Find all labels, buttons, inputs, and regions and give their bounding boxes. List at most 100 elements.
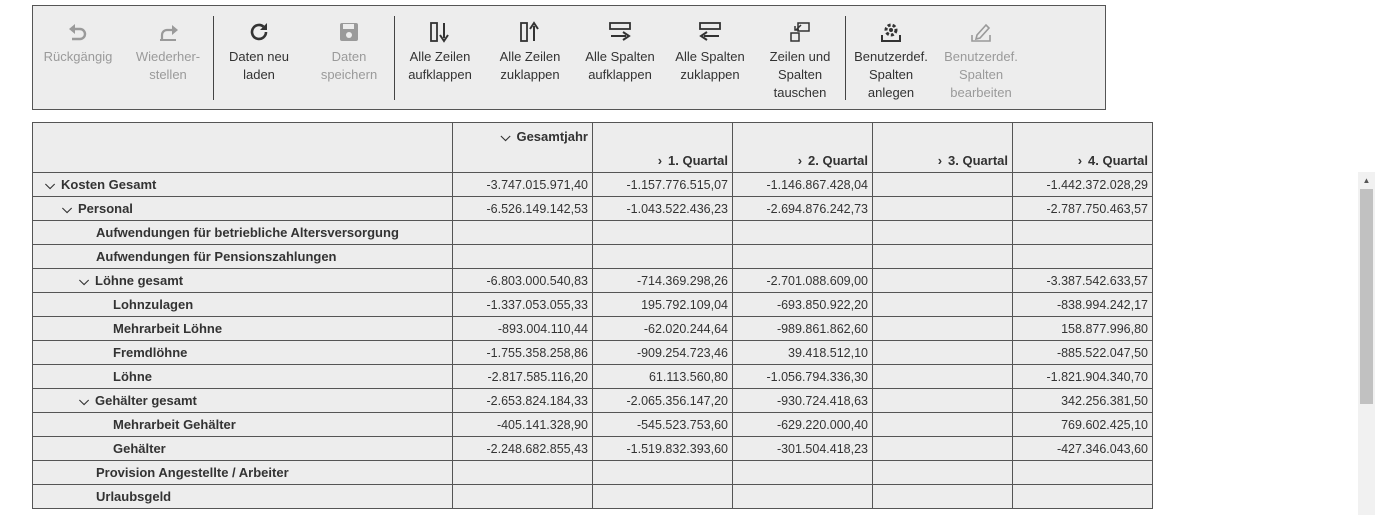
value-cell[interactable] — [872, 484, 1013, 509]
value-cell[interactable]: -427.346.043,60 — [1012, 436, 1153, 461]
row-header-cell[interactable]: ⌵ Löhne gesamt — [32, 268, 453, 293]
value-cell[interactable] — [872, 316, 1013, 341]
value-cell[interactable]: -930.724.418,63 — [732, 388, 873, 413]
row-header-cell[interactable]: Aufwendungen für Pensionszahlungen — [32, 244, 453, 269]
value-cell[interactable]: -2.701.088.609,00 — [732, 268, 873, 293]
row-header-cell[interactable]: ⌵ Personal — [32, 196, 453, 221]
swap-rows-columns-button[interactable]: Zeilen und Spalten tauschen — [755, 6, 845, 102]
row-header-cell[interactable]: Urlaubsgeld — [32, 484, 453, 509]
value-cell[interactable] — [452, 244, 593, 269]
value-cell[interactable] — [592, 484, 733, 509]
value-cell[interactable] — [452, 484, 593, 509]
value-cell[interactable]: -2.248.682.855,43 — [452, 436, 593, 461]
value-cell[interactable] — [872, 436, 1013, 461]
value-cell[interactable] — [592, 220, 733, 245]
save-data-button[interactable]: Daten speichern — [304, 6, 394, 84]
value-cell[interactable] — [1012, 460, 1153, 485]
column-header-q2[interactable]: › 2. Quartal — [732, 122, 873, 173]
value-cell[interactable]: -545.523.753,60 — [592, 412, 733, 437]
redo-button[interactable]: Wiederher- stellen — [123, 6, 213, 84]
value-cell[interactable] — [872, 364, 1013, 389]
value-cell[interactable]: -1.821.904.340,70 — [1012, 364, 1153, 389]
value-cell[interactable]: -2.653.824.184,33 — [452, 388, 593, 413]
chevron-down-icon[interactable]: ⌵ — [77, 273, 91, 289]
value-cell[interactable]: -1.056.794.336,30 — [732, 364, 873, 389]
row-header-cell[interactable]: Gehälter — [32, 436, 453, 461]
column-header-q3[interactable]: › 3. Quartal — [872, 122, 1013, 173]
value-cell[interactable]: -3.747.015.971,40 — [452, 172, 593, 197]
value-cell[interactable]: 195.792.109,04 — [592, 292, 733, 317]
value-cell[interactable]: -693.850.922,20 — [732, 292, 873, 317]
value-cell[interactable] — [872, 460, 1013, 485]
value-cell[interactable] — [872, 412, 1013, 437]
edit-custom-columns-button[interactable]: Benutzerdef. Spalten bearbeiten — [936, 6, 1026, 102]
value-cell[interactable] — [872, 196, 1013, 221]
value-cell[interactable]: -1.442.372.028,29 — [1012, 172, 1153, 197]
expand-all-columns-button[interactable]: Alle Spalten aufklappen — [575, 6, 665, 84]
value-cell[interactable] — [872, 220, 1013, 245]
scroll-thumb[interactable] — [1360, 189, 1373, 404]
value-cell[interactable] — [452, 220, 593, 245]
row-header-cell[interactable]: Aufwendungen für betriebliche Altersvers… — [32, 220, 453, 245]
create-custom-columns-button[interactable]: Benutzerdef. Spalten anlegen — [846, 6, 936, 102]
value-cell[interactable] — [872, 268, 1013, 293]
value-cell[interactable] — [1012, 220, 1153, 245]
vertical-scrollbar[interactable]: ▲ — [1358, 172, 1375, 515]
value-cell[interactable]: -909.254.723,46 — [592, 340, 733, 365]
value-cell[interactable] — [872, 340, 1013, 365]
value-cell[interactable]: -714.369.298,26 — [592, 268, 733, 293]
value-cell[interactable] — [1012, 244, 1153, 269]
row-header-cell[interactable]: Lohnzulagen — [32, 292, 453, 317]
value-cell[interactable] — [452, 460, 593, 485]
value-cell[interactable] — [732, 460, 873, 485]
row-header-cell[interactable]: Löhne — [32, 364, 453, 389]
value-cell[interactable] — [732, 220, 873, 245]
row-header-cell[interactable]: Provision Angestellte / Arbeiter — [32, 460, 453, 485]
value-cell[interactable] — [872, 292, 1013, 317]
column-header-q4[interactable]: › 4. Quartal — [1012, 122, 1153, 173]
value-cell[interactable] — [732, 244, 873, 269]
value-cell[interactable]: -405.141.328,90 — [452, 412, 593, 437]
column-header-q1[interactable]: › 1. Quartal — [592, 122, 733, 173]
row-header-cell[interactable]: Fremdlöhne — [32, 340, 453, 365]
value-cell[interactable]: -838.994.242,17 — [1012, 292, 1153, 317]
value-cell[interactable]: -1.043.522.436,23 — [592, 196, 733, 221]
row-header-cell[interactable]: ⌵ Gehälter gesamt — [32, 388, 453, 413]
value-cell[interactable]: -1.337.053.055,33 — [452, 292, 593, 317]
collapse-all-columns-button[interactable]: Alle Spalten zuklappen — [665, 6, 755, 84]
value-cell[interactable]: -885.522.047,50 — [1012, 340, 1153, 365]
row-header-cell[interactable]: Mehrarbeit Gehälter — [32, 412, 453, 437]
value-cell[interactable]: 61.113.560,80 — [592, 364, 733, 389]
undo-button[interactable]: Rückgängig — [33, 6, 123, 66]
value-cell[interactable]: -6.803.000.540,83 — [452, 268, 593, 293]
row-header-cell[interactable]: ⌵ Kosten Gesamt — [32, 172, 453, 197]
reload-data-button[interactable]: Daten neu laden — [214, 6, 304, 84]
value-cell[interactable]: -3.387.542.633,57 — [1012, 268, 1153, 293]
value-cell[interactable] — [872, 172, 1013, 197]
value-cell[interactable]: -62.020.244,64 — [592, 316, 733, 341]
value-cell[interactable] — [592, 460, 733, 485]
value-cell[interactable]: 769.602.425,10 — [1012, 412, 1153, 437]
value-cell[interactable]: -1.157.776.515,07 — [592, 172, 733, 197]
expand-all-rows-button[interactable]: Alle Zeilen aufklappen — [395, 6, 485, 84]
value-cell[interactable] — [592, 244, 733, 269]
chevron-down-icon[interactable]: ⌵ — [60, 201, 74, 217]
value-cell[interactable] — [1012, 484, 1153, 509]
value-cell[interactable]: -2.694.876.242,73 — [732, 196, 873, 221]
column-header-gesamtjahr[interactable]: ⌵ Gesamtjahr — [452, 122, 593, 173]
value-cell[interactable]: -301.504.418,23 — [732, 436, 873, 461]
value-cell[interactable]: 39.418.512,10 — [732, 340, 873, 365]
value-cell[interactable]: -1.755.358.258,86 — [452, 340, 593, 365]
chevron-down-icon[interactable]: ⌵ — [43, 177, 57, 193]
value-cell[interactable]: -989.861.862,60 — [732, 316, 873, 341]
value-cell[interactable] — [872, 388, 1013, 413]
value-cell[interactable]: -1.519.832.393,60 — [592, 436, 733, 461]
value-cell[interactable]: 158.877.996,80 — [1012, 316, 1153, 341]
value-cell[interactable]: -2.065.356.147,20 — [592, 388, 733, 413]
value-cell[interactable]: -1.146.867.428,04 — [732, 172, 873, 197]
value-cell[interactable]: 342.256.381,50 — [1012, 388, 1153, 413]
row-header-cell[interactable]: Mehrarbeit Löhne — [32, 316, 453, 341]
value-cell[interactable]: -6.526.149.142,53 — [452, 196, 593, 221]
value-cell[interactable]: -893.004.110,44 — [452, 316, 593, 341]
value-cell[interactable]: -2.817.585.116,20 — [452, 364, 593, 389]
